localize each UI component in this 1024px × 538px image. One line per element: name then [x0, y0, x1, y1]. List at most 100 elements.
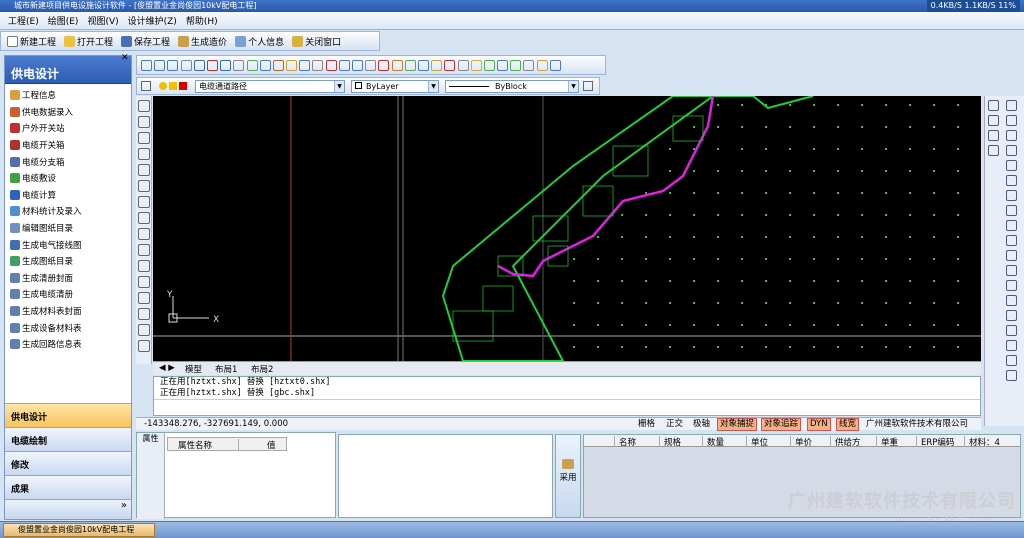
draw-tool-icon[interactable] — [138, 260, 150, 272]
modify-tool-icon[interactable] — [1006, 295, 1017, 306]
draw-tool-icon[interactable] — [138, 340, 150, 352]
cad-tool-icon[interactable] — [220, 59, 232, 71]
cad-tool-icon[interactable] — [391, 59, 403, 71]
modify-tool-icon[interactable] — [1006, 310, 1017, 321]
sidebar-item[interactable]: 材料统计及录入 — [5, 203, 131, 220]
cad-tool-icon[interactable] — [404, 59, 416, 71]
cad-tool-icon[interactable] — [167, 59, 179, 71]
cad-tool-icon[interactable] — [510, 59, 522, 71]
modify-tool-icon[interactable] — [1006, 205, 1017, 216]
sidebar-item[interactable]: 电缆计算 — [5, 187, 131, 204]
tab-model[interactable]: 模型 — [185, 363, 202, 375]
modify-tool-icon[interactable] — [1006, 160, 1017, 171]
cad-tool-icon[interactable] — [193, 59, 205, 71]
nav-results[interactable]: 成果 — [5, 475, 131, 499]
draw-tool-icon[interactable] — [138, 324, 150, 336]
cad-tool-icon[interactable] — [272, 59, 284, 71]
draw-tool-icon[interactable] — [138, 116, 150, 128]
draw-tool-icon[interactable] — [138, 148, 150, 160]
nav-power-design[interactable]: 供电设计 — [5, 403, 131, 427]
cad-tool-icon[interactable] — [233, 59, 245, 71]
command-line[interactable]: 正在用[hztxt.shx] 替换 [hztxt0.shx] 正在用[hztxt… — [153, 376, 981, 416]
modify-tool-icon[interactable] — [1006, 190, 1017, 201]
sidebar-item[interactable]: 户外开关站 — [5, 120, 131, 137]
draw-tool-icon[interactable] — [138, 292, 150, 304]
tab-layout2[interactable]: 布局2 — [251, 363, 273, 375]
sidebar-item[interactable]: 生成电气接线图 — [5, 236, 131, 253]
cad-tool-icon[interactable] — [483, 59, 495, 71]
menu-help[interactable]: 帮助(H) — [186, 14, 218, 27]
layer-manager-icon[interactable] — [141, 81, 151, 91]
modify-tool-icon[interactable] — [1006, 130, 1017, 141]
cad-drawing-canvas[interactable]: Y X — [153, 96, 981, 361]
menu-draw[interactable]: 绘图(E) — [48, 14, 79, 27]
sidebar-item[interactable]: 生成材料表封面 — [5, 303, 131, 320]
nav-cable-drawing[interactable]: 电缆绘制 — [5, 427, 131, 451]
draw-tool-icon[interactable] — [138, 132, 150, 144]
modify-tool-icon[interactable] — [1006, 100, 1017, 111]
modify-tool-icon[interactable] — [1006, 145, 1017, 156]
cad-tool-icon[interactable] — [180, 59, 192, 71]
linetype-select[interactable]: ByBlock ▼ — [445, 80, 579, 93]
modify-tool-icon[interactable] — [1006, 340, 1017, 351]
adopt-button[interactable]: 采用 — [555, 434, 581, 518]
toggle-polar[interactable]: 极轴 — [691, 418, 712, 431]
cad-tool-icon[interactable] — [246, 59, 258, 71]
cad-tool-icon[interactable] — [206, 59, 218, 71]
draw-tool-icon[interactable] — [138, 228, 150, 240]
close-window-button[interactable]: 关闭窗口 — [292, 35, 341, 48]
floor-plan-drawing[interactable]: Y X — [153, 96, 981, 361]
modify-tool-icon[interactable] — [988, 100, 999, 111]
draw-tool-icon[interactable] — [138, 244, 150, 256]
cad-tool-icon[interactable] — [299, 59, 311, 71]
sidebar-item[interactable]: 生成清册封面 — [5, 270, 131, 287]
draw-tool-icon[interactable] — [138, 100, 150, 112]
cad-tool-icon[interactable] — [365, 59, 377, 71]
toggle-grid[interactable]: 栅格 — [636, 418, 657, 431]
draw-tool-icon[interactable] — [138, 308, 150, 320]
toggle-osnap[interactable]: 对象捕捉 — [717, 418, 758, 431]
close-icon[interactable]: ✕ — [121, 53, 131, 63]
cad-tool-icon[interactable] — [352, 59, 363, 71]
tab-layout1[interactable]: 布局1 — [215, 363, 237, 375]
modify-tool-icon[interactable] — [1006, 370, 1017, 381]
sidebar-item[interactable]: 生成设备材料表 — [5, 319, 131, 336]
personal-info-button[interactable]: 个人信息 — [235, 35, 284, 48]
sidebar-item[interactable]: 工程信息 — [5, 87, 131, 104]
draw-tool-icon[interactable] — [138, 276, 150, 288]
menu-view[interactable]: 视图(V) — [87, 14, 118, 27]
menu-project[interactable]: 工程(E) — [8, 14, 39, 27]
cad-tool-icon[interactable] — [286, 59, 298, 71]
nav-modify[interactable]: 修改 — [5, 451, 131, 475]
draw-tool-icon[interactable] — [138, 164, 150, 176]
sidebar-item[interactable]: 生成图纸目录 — [5, 253, 131, 270]
modify-tool-icon[interactable] — [988, 130, 999, 141]
toggle-otrack[interactable]: 对象追踪 — [761, 418, 802, 431]
modify-tool-icon[interactable] — [1006, 325, 1017, 336]
generate-cost-button[interactable]: 生成造价 — [178, 35, 227, 48]
modify-tool-icon[interactable] — [1006, 265, 1017, 276]
modify-tool-icon[interactable] — [1006, 235, 1017, 246]
draw-tool-icon[interactable] — [138, 180, 150, 192]
modify-tool-icon[interactable] — [1006, 220, 1017, 231]
sidebar-item[interactable]: 生成回路信息表 — [5, 336, 131, 353]
menu-maintenance[interactable]: 设计维护(Z) — [128, 14, 177, 27]
cad-tool-icon[interactable] — [325, 59, 337, 71]
cad-tool-icon[interactable] — [444, 59, 456, 71]
cad-tool-icon[interactable] — [457, 59, 469, 71]
cad-tool-icon[interactable] — [470, 59, 482, 71]
taskbar-item[interactable]: 俊盟置业金尚俊园10kV配电工程 — [3, 523, 155, 537]
sidebar-item[interactable]: 电缆敷设 — [5, 170, 131, 187]
cad-tool-icon[interactable] — [312, 59, 324, 71]
cad-tool-icon[interactable] — [417, 59, 429, 71]
draw-tool-icon[interactable] — [138, 196, 150, 208]
save-project-button[interactable]: 保存工程 — [121, 35, 170, 48]
cad-tool-icon[interactable] — [549, 59, 561, 71]
open-project-button[interactable]: 打开工程 — [64, 35, 113, 48]
draw-tool-icon[interactable] — [138, 212, 150, 224]
modify-tool-icon[interactable] — [1006, 280, 1017, 291]
modify-tool-icon[interactable] — [1006, 115, 1017, 126]
sidebar-item[interactable]: 生成电缆清册 — [5, 286, 131, 303]
modify-tool-icon[interactable] — [988, 115, 999, 126]
modify-tool-icon[interactable] — [1006, 355, 1017, 366]
